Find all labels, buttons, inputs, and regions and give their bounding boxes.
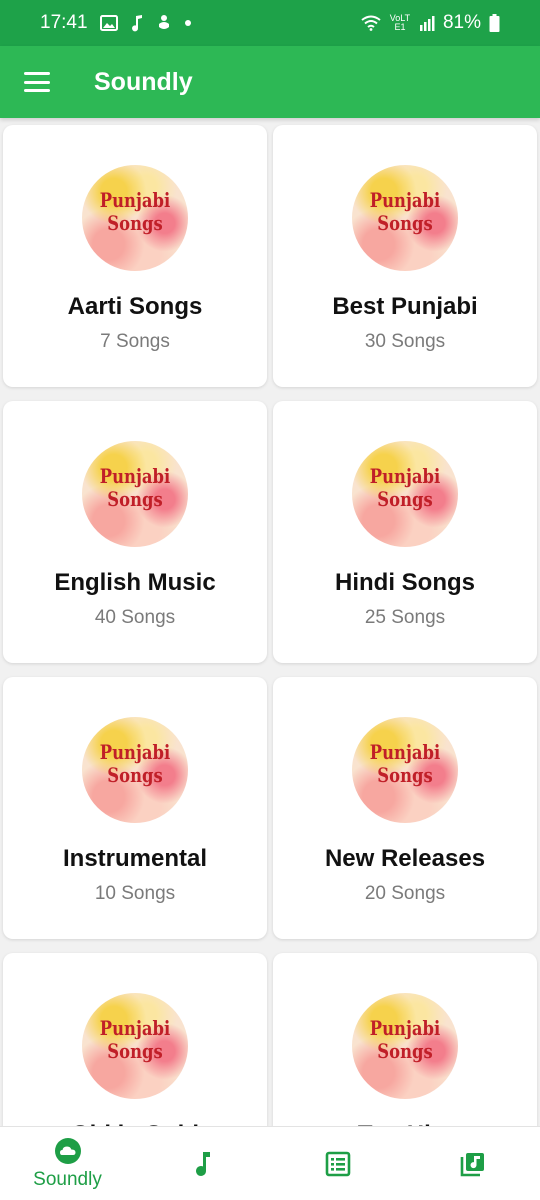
album-cover: Punjabi Songs — [82, 993, 188, 1099]
playlist-title: New Releases — [324, 845, 486, 872]
playlist-card-top-hits[interactable]: PunjabiSongsTop Hits — [273, 953, 537, 1126]
library-music-icon — [460, 1152, 484, 1176]
list-icon — [325, 1151, 350, 1176]
cover-text-line1: Punjabi — [99, 464, 171, 488]
playlist-card-instrumental[interactable]: Punjabi Songs Instrumental 10 Songs — [3, 677, 267, 939]
playlist-song-count: 20 Songs — [364, 883, 446, 904]
playlist-song-count: 25 Songs — [364, 607, 446, 628]
playlist-title: Aarti Songs — [67, 293, 203, 320]
cover-text-line1: Punjabi — [99, 1016, 171, 1040]
app-bar: Soundly — [0, 46, 540, 118]
dot-icon — [184, 20, 191, 26]
status-bar: 17:41 VoLTE1 81% — [0, 0, 540, 46]
album-cover: Punjabi Songs — [352, 717, 458, 823]
cover-text-line2: Songs — [107, 487, 163, 511]
cover-text-line1: Punjabi — [99, 188, 171, 212]
music-note-icon — [195, 1151, 210, 1176]
album-cover: Punjabi Songs — [82, 717, 188, 823]
status-time: 17:41 — [40, 12, 88, 33]
cover-text-line2: Songs — [377, 211, 433, 235]
album-cover: Punjabi Songs — [352, 993, 458, 1099]
playlist-title: Hindi Songs — [335, 569, 475, 596]
playlist-card-old-is-gold[interactable]: PunjabiSongsOld is Gold — [3, 953, 267, 1126]
playlist-title: English Music — [54, 569, 216, 596]
cover-text-line1: Punjabi — [369, 464, 441, 488]
bottom-nav: Soundly — [0, 1126, 540, 1200]
cover-text-line1: Punjabi — [369, 1016, 441, 1040]
album-cover: Punjabi Songs — [82, 165, 188, 271]
album-cover: Punjabi Songs — [352, 165, 458, 271]
app-title: Soundly — [94, 67, 193, 96]
playlist-card-new-releases[interactable]: Punjabi Songs New Releases 20 Songs — [273, 677, 537, 939]
battery-percent: 81% — [442, 12, 481, 33]
cover-text-line2: Songs — [107, 211, 163, 235]
cloud-icon — [54, 1137, 81, 1164]
cover-text-line1: Punjabi — [369, 188, 441, 212]
playlist-card-hindi-songs[interactable]: Punjabi Songs Hindi Songs 25 Songs — [273, 401, 537, 663]
playlist-song-count: 40 Songs — [94, 607, 176, 628]
signal-icon — [419, 16, 435, 31]
cover-text-line1: Punjabi — [99, 740, 171, 764]
wifi-icon — [361, 15, 381, 31]
upload-icon — [158, 15, 169, 29]
playlist-song-count: 10 Songs — [94, 883, 176, 904]
cover-text-line2: Songs — [107, 763, 163, 787]
playlist-card-aarti-songs[interactable]: Punjabi Songs Aarti Songs 7 Songs — [3, 125, 267, 387]
nav-item-list[interactable] — [270, 1127, 405, 1200]
playlist-title: Best Punjabi — [332, 293, 478, 320]
cover-text-line1: Punjabi — [369, 740, 441, 764]
playlist-grid: Punjabi Songs Aarti Songs 7 Songs Punjabi Son… — [0, 118, 540, 1126]
image-icon — [99, 15, 118, 31]
battery-icon — [489, 14, 500, 32]
menu-icon[interactable] — [24, 72, 50, 92]
playlist-card-best-punjabi[interactable]: Punjabi Songs Best Punjabi 30 Songs — [273, 125, 537, 387]
nav-item-library[interactable] — [405, 1127, 540, 1200]
playlist-song-count: 7 Songs — [100, 331, 170, 352]
cover-text-line2: Songs — [377, 487, 433, 511]
nav-item-songs[interactable] — [135, 1127, 270, 1200]
playlist-title: Instrumental — [62, 845, 208, 872]
nav-item-soundly[interactable]: Soundly — [0, 1127, 135, 1200]
cover-text-line2: Songs — [377, 1039, 433, 1063]
cover-text-line2: Songs — [107, 1039, 163, 1063]
cover-text-line2: Songs — [377, 763, 433, 787]
album-cover: Punjabi Songs — [352, 441, 458, 547]
volte-icon: VoLTE1 — [389, 13, 411, 32]
music-note-icon — [131, 15, 142, 32]
nav-label-soundly: Soundly — [33, 1168, 102, 1190]
playlist-card-english-music[interactable]: Punjabi Songs English Music 40 Songs — [3, 401, 267, 663]
playlist-song-count: 30 Songs — [364, 331, 446, 352]
album-cover: Punjabi Songs — [82, 441, 188, 547]
